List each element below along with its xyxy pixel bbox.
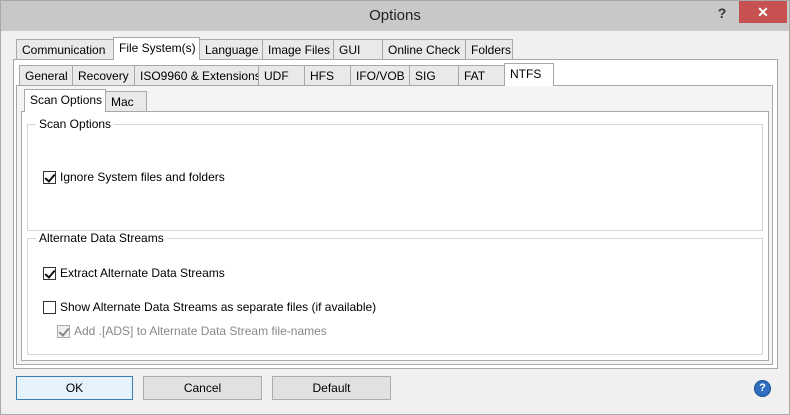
tab-ntfs[interactable]: NTFS [504,63,554,86]
show-ads-separate-checkbox[interactable]: Show Alternate Data Streams as separate … [43,300,376,314]
ignore-system-label: Ignore System files and folders [60,170,225,184]
ignore-system-check-icon [43,170,56,184]
ignore-system-checkbox[interactable]: Ignore System files and folders [43,170,225,184]
tab-communication[interactable]: Communication [16,39,114,60]
window-title: Options [369,7,421,24]
tab-iso9960[interactable]: ISO9960 & Extensions [134,65,261,86]
options-window: Options ? ✕ Communication File System(s)… [0,0,790,415]
help-title-button[interactable]: ? [711,5,733,25]
ads-group-label: Alternate Data Streams [36,231,167,245]
tab-fat[interactable]: FAT [458,65,505,86]
title-bar: Options ? ✕ [1,1,789,31]
tab-general[interactable]: General [19,65,73,86]
add-ads-extension-label: Add .[ADS] to Alternate Data Stream file… [74,324,327,338]
tab-language[interactable]: Language [199,39,263,60]
cancel-button[interactable]: Cancel [143,376,262,400]
tab-mac[interactable]: Mac [105,91,147,112]
help-icon[interactable]: ? [754,380,771,397]
extract-ads-check-icon [43,266,56,280]
close-button[interactable]: ✕ [739,1,787,23]
scan-options-group: Scan Options Ignore System files and fol… [27,117,763,231]
tab-sig[interactable]: SIG [409,65,459,86]
main-tab-row: Communication File System(s) Language Im… [16,37,513,60]
scan-options-panel: Scan Options Ignore System files and fol… [21,111,769,361]
add-ads-extension-check-icon [57,324,70,338]
scan-options-group-label: Scan Options [36,117,115,131]
ok-button[interactable]: OK [16,376,133,400]
tab-online-check[interactable]: Online Check [382,39,466,60]
tab-file-systems[interactable]: File System(s) [113,37,200,60]
tab-scan-options[interactable]: Scan Options [24,89,106,112]
show-ads-separate-check-icon [43,300,56,314]
tab-gui[interactable]: GUI [333,39,383,60]
fs-tab-row: General Recovery ISO9960 & Extensions UD… [19,63,554,86]
add-ads-extension-checkbox[interactable]: Add .[ADS] to Alternate Data Stream file… [57,324,327,338]
tab-ifo-vob[interactable]: IFO/VOB [350,65,410,86]
ads-group: Alternate Data Streams Extract Alternate… [27,231,763,355]
default-button[interactable]: Default [272,376,391,400]
tab-udf[interactable]: UDF [258,65,305,86]
show-ads-separate-label: Show Alternate Data Streams as separate … [60,300,377,314]
tab-recovery[interactable]: Recovery [72,65,135,86]
tab-hfs[interactable]: HFS [304,65,351,86]
extract-ads-label: Extract Alternate Data Streams [60,266,225,280]
ntfs-tab-row: Scan Options Mac [24,89,147,112]
extract-ads-checkbox[interactable]: Extract Alternate Data Streams [43,266,225,280]
tab-image-files[interactable]: Image Files [262,39,334,60]
tab-folders[interactable]: Folders [465,39,513,60]
